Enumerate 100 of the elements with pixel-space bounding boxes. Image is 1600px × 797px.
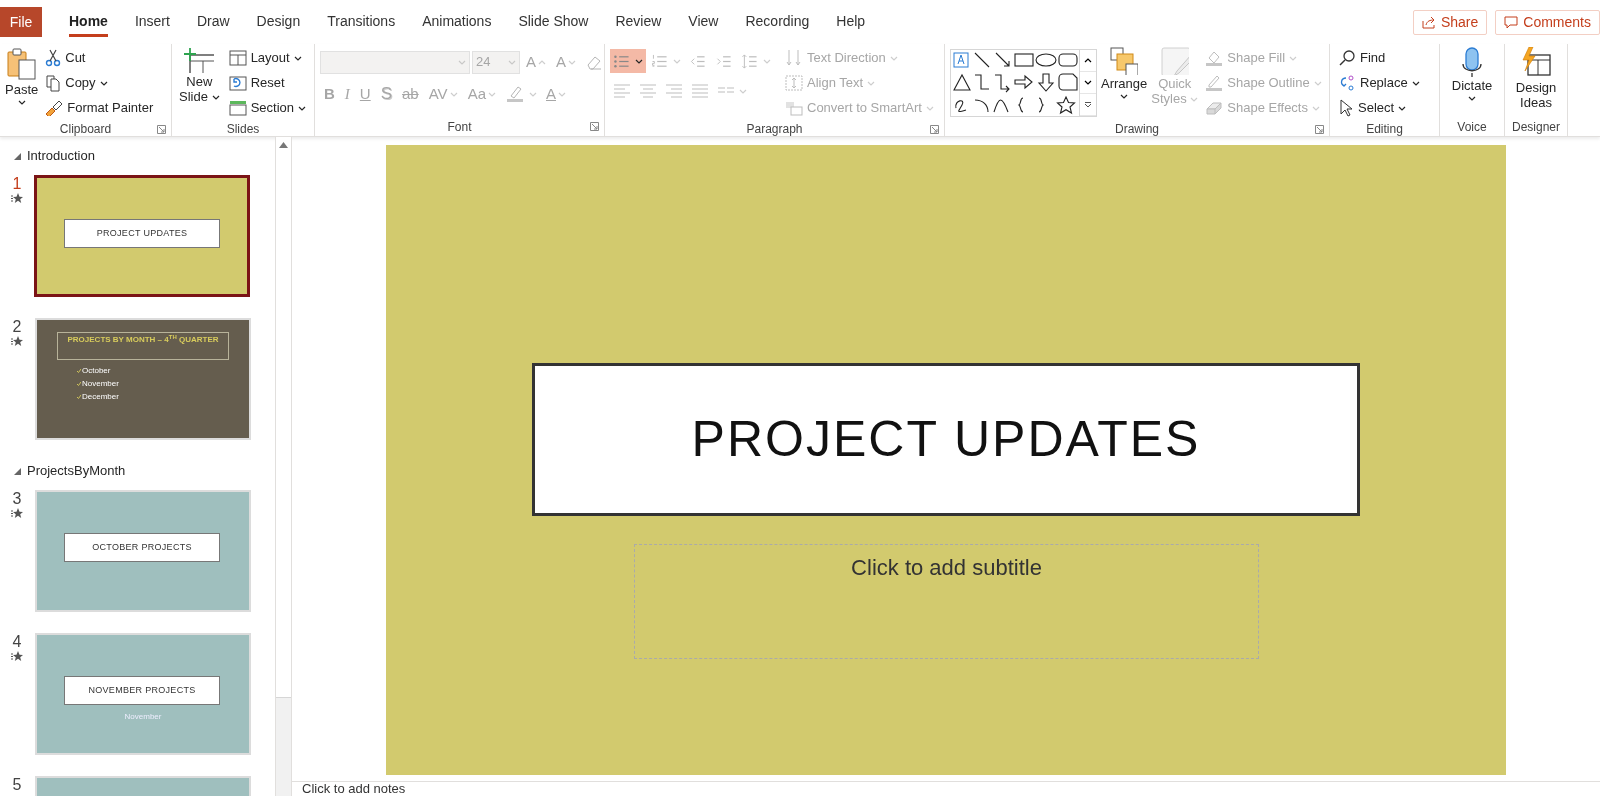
quick-styles-icon	[1160, 47, 1189, 75]
thumbnail-subtitle: November	[123, 711, 163, 723]
caret-icon	[889, 55, 898, 61]
slide-number: 3	[12, 490, 22, 508]
group-label: Clipboard	[59, 121, 112, 136]
indent-icon	[715, 53, 733, 69]
slide-thumbnail[interactable]: PROJECT UPDATES	[34, 175, 250, 297]
thumbnail-title: PROJECTS BY MONTH – 4$^{TH}$ QUARTER	[57, 332, 229, 360]
bullet-text: October	[82, 365, 111, 377]
alignment-icon	[639, 83, 657, 99]
slide-number: 4	[12, 633, 22, 651]
dialog-launcher-icon	[1315, 124, 1324, 134]
align-text-icon	[785, 74, 803, 92]
ribbon-tab[interactable]: Animations	[422, 7, 492, 37]
group-label: Voice	[1457, 118, 1487, 136]
scrollbar[interactable]	[275, 137, 292, 796]
microphone-icon	[1461, 47, 1483, 77]
ribbon-tab[interactable]: View	[688, 7, 719, 37]
group-label: Designer	[1512, 118, 1560, 136]
caret-icon	[508, 59, 516, 65]
scroll-up-button[interactable]	[276, 137, 291, 153]
more-icon	[1084, 101, 1092, 108]
reset-icon	[228, 75, 247, 91]
cursor-icon	[1338, 99, 1354, 117]
caret-icon	[1289, 55, 1298, 61]
notes-field[interactable]: Click to add notes	[292, 781, 1600, 796]
caret-icon	[763, 58, 771, 64]
section-icon	[228, 100, 247, 116]
ribbon-tab[interactable]: Draw	[196, 7, 230, 37]
subtitle-placeholder[interactable]: Click to add subtitle	[634, 544, 1259, 659]
caret-icon	[1190, 97, 1199, 102]
smartart-icon	[785, 99, 803, 117]
reset-button[interactable]: Reset	[225, 71, 309, 95]
ribbon-tab[interactable]: Transitions	[327, 7, 396, 37]
dialog-launcher-icon	[157, 124, 166, 134]
cut-button[interactable]: Cut	[42, 46, 166, 70]
ribbon-tab[interactable]: Review	[615, 7, 662, 37]
ribbon-tab[interactable]: Slide Show	[518, 7, 589, 37]
caret-icon	[867, 80, 876, 86]
slide-thumbnail[interactable]: NOVEMBER PROJECTS November	[35, 633, 251, 755]
section-header[interactable]: ProjectsByMonth	[0, 461, 132, 481]
alignment-icon	[691, 83, 709, 99]
find-button[interactable]: Find	[1335, 46, 1434, 70]
replace-icon	[1338, 74, 1356, 92]
ribbon-tab[interactable]: Design	[256, 7, 301, 37]
thumbnail-title: OCTOBER PROJECTS	[64, 533, 220, 562]
new-slide-icon	[184, 47, 215, 73]
slide-title: PROJECT UPDATES	[532, 363, 1360, 516]
slide-number: 1	[12, 175, 22, 193]
pencil-icon	[1205, 74, 1224, 92]
check-icon	[77, 395, 81, 399]
format-painter-button[interactable]: Format Painter	[42, 96, 166, 120]
ribbon-tab[interactable]: Help	[836, 7, 866, 37]
caret-icon	[538, 59, 546, 65]
share-icon	[1421, 15, 1436, 29]
caret-icon	[635, 58, 643, 64]
design-ideas-icon	[1520, 47, 1552, 79]
copy-button[interactable]: Copy	[42, 71, 166, 95]
slide-thumbnail[interactable]: OCTOBER PROJECTS	[35, 490, 251, 612]
caret-icon	[17, 99, 26, 105]
caret-icon	[1411, 80, 1420, 86]
comment-icon	[1504, 15, 1519, 29]
caret-icon	[673, 58, 681, 64]
dictate-button[interactable]: Dictate	[1451, 46, 1493, 102]
slide-thumbnail[interactable]: PROJECTS BY MONTH – 4$^{TH}$ QUARTER October November December	[35, 318, 251, 440]
caret-icon	[1313, 80, 1322, 86]
collapse-triangle-icon	[14, 467, 21, 475]
replace-button[interactable]: Replace	[1335, 71, 1434, 95]
design-ideas-button[interactable]: Design Ideas	[1511, 46, 1561, 112]
dialog-launcher-icon	[590, 122, 599, 131]
arrange-button[interactable]: Arrange	[1101, 46, 1148, 100]
caret-icon	[449, 91, 458, 97]
slide-number: 5	[12, 776, 22, 794]
section-button[interactable]: Section	[225, 96, 309, 120]
select-button[interactable]: Select	[1335, 96, 1434, 120]
search-icon	[1338, 49, 1356, 67]
scroll-up-icon	[279, 142, 288, 148]
section-header[interactable]: Introduction	[0, 146, 101, 166]
caret-icon	[1312, 105, 1320, 111]
comments-button[interactable]: Comments	[1495, 9, 1600, 35]
new-slide-button[interactable]: New Slide	[177, 46, 222, 106]
paste-button[interactable]: Paste	[5, 46, 39, 106]
thumbnail-title: NOVEMBER PROJECTS	[64, 676, 220, 705]
caret-icon	[1468, 95, 1476, 101]
bullet-text: December	[82, 391, 119, 403]
slide-number: 2	[12, 318, 22, 336]
text-direction-icon	[785, 49, 803, 67]
ribbon-tab[interactable]: Recording	[745, 7, 810, 37]
share-button[interactable]: Share	[1412, 9, 1488, 35]
caret-icon	[925, 105, 934, 111]
scrollbar-thumb[interactable]	[276, 153, 291, 698]
layout-button[interactable]: Layout	[225, 46, 309, 70]
bullets-icon	[613, 53, 631, 69]
arrange-icon	[1110, 47, 1139, 75]
ribbon-tab[interactable]: Home	[69, 7, 108, 37]
caret-icon	[529, 91, 537, 97]
ribbon-tab[interactable]: Insert	[134, 7, 170, 37]
group-label: Slides	[226, 121, 260, 136]
file-tab[interactable]: File	[0, 7, 42, 37]
caret-icon	[298, 105, 306, 111]
